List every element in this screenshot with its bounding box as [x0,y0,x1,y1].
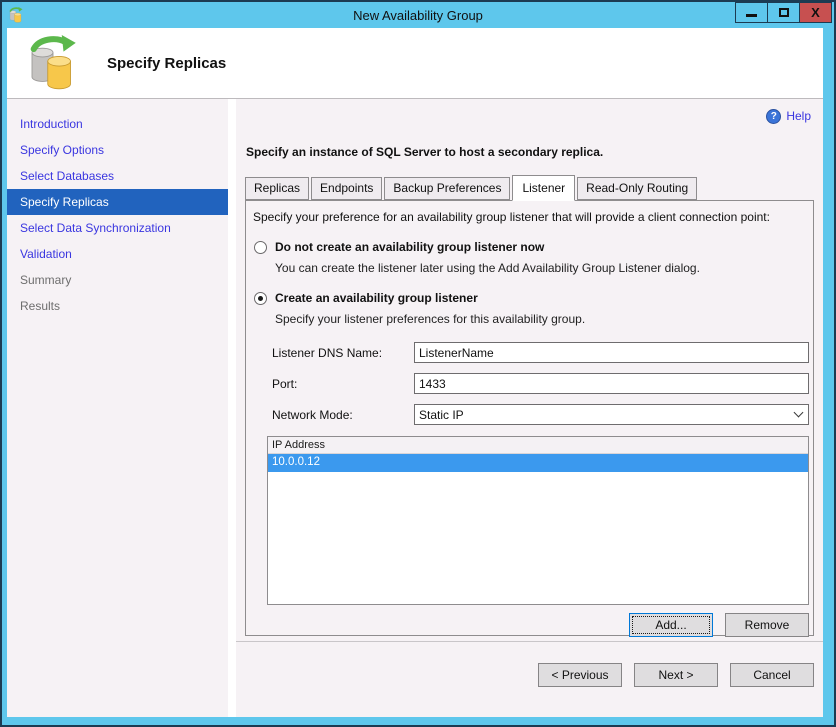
sidebar-item-select-data-synchronization[interactable]: Select Data Synchronization [7,215,228,241]
help-icon[interactable]: ? [766,108,782,124]
remove-button[interactable]: Remove [725,613,809,637]
minimize-button[interactable] [735,2,768,23]
minimize-icon [746,14,757,17]
listener-instruction: Specify your preference for an availabil… [253,210,770,224]
radio-no-listener[interactable]: Do not create an availability group list… [254,240,813,254]
radio-no-listener-description: You can create the listener later using … [275,261,700,275]
wizard-window: New Availability Group X Specify Replica… [0,0,836,727]
dns-name-input[interactable] [414,342,809,363]
tab-endpoints[interactable]: Endpoints [311,177,383,200]
network-mode-value: Static IP [419,407,464,422]
dialog-content: Specify Replicas Introduction Specify Op… [7,28,823,717]
list-item[interactable]: 10.0.0.12 [268,454,808,472]
tab-strip: Replicas Endpoints Backup Preferences Li… [245,175,823,201]
page-title: Specify Replicas [107,54,227,72]
radio-create-listener[interactable]: Create an availability group listener [254,291,813,305]
radio-button-checked-icon[interactable] [254,291,267,305]
radio-no-listener-label: Do not create an availability group list… [275,240,545,254]
network-mode-select[interactable]: Static IP [414,404,809,425]
sidebar-item-introduction[interactable]: Introduction [7,111,228,137]
window-title: New Availability Group [353,7,483,23]
ip-address-list: IP Address 10.0.0.12 [267,436,809,605]
network-mode-label: Network Mode: [272,407,353,422]
tab-backup-preferences[interactable]: Backup Preferences [384,177,511,200]
main-pane: ? Help Specify an instance of SQL Server… [236,99,823,717]
sidebar-item-select-databases[interactable]: Select Databases [7,163,228,189]
sidebar-item-specify-options[interactable]: Specify Options [7,137,228,163]
sidebar-item-specify-replicas[interactable]: Specify Replicas [7,189,228,215]
add-button[interactable]: Add... [629,613,713,637]
cancel-button[interactable]: Cancel [730,663,814,687]
sidebar-item-results: Results [20,299,61,313]
port-label: Port: [272,376,298,391]
sidebar-divider [228,99,236,717]
next-button[interactable]: Next > [634,663,718,687]
radio-create-listener-description: Specify your listener preferences for th… [275,312,586,326]
ip-address-column-header[interactable]: IP Address [268,437,808,454]
radio-create-listener-label: Create an availability group listener [275,291,478,305]
port-input[interactable] [414,373,809,394]
sidebar-item-summary: Summary [20,273,72,287]
titlebar[interactable]: New Availability Group X [2,2,834,28]
close-icon: X [811,5,820,20]
maximize-icon [778,8,789,17]
wizard-footer: < Previous Next > Cancel [236,641,823,717]
replicas-icon [30,35,76,90]
radio-button-icon[interactable] [254,240,267,254]
dns-name-label: Listener DNS Name: [272,345,383,360]
step-heading: Specify an instance of SQL Server to hos… [246,145,604,159]
wizard-steps-sidebar: Introduction Specify Options Select Data… [7,99,228,717]
tab-replicas[interactable]: Replicas [245,177,310,200]
sidebar-item-validation[interactable]: Validation [7,241,228,267]
maximize-button[interactable] [767,2,800,23]
tab-listener[interactable]: Listener [512,175,576,201]
tab-read-only-routing[interactable]: Read-Only Routing [577,177,698,200]
listener-tab-page: Specify your preference for an availabil… [245,200,814,637]
close-button[interactable]: X [799,2,832,23]
previous-button[interactable]: < Previous [538,663,622,687]
chevron-down-icon [793,407,804,418]
help-link[interactable]: Help [786,109,811,123]
wizard-header: Specify Replicas [7,28,823,99]
